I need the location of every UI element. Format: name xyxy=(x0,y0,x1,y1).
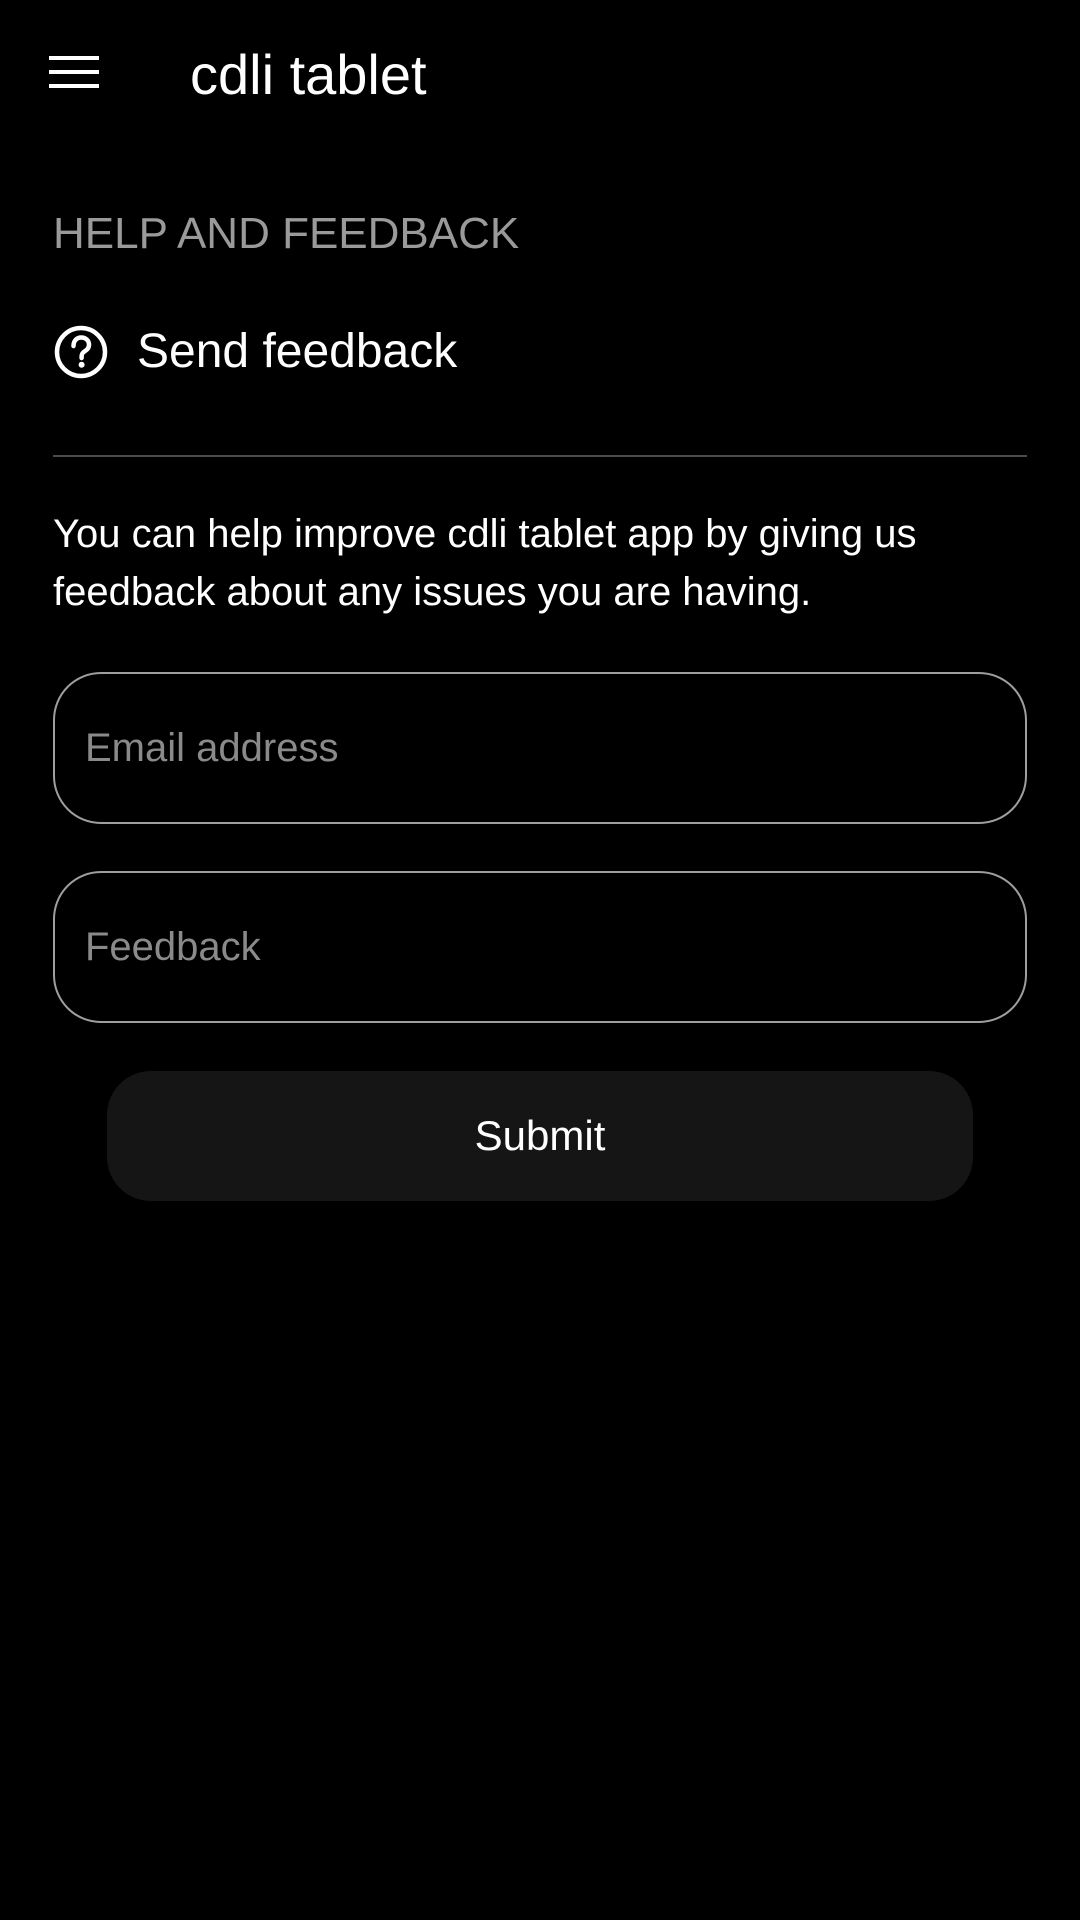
send-feedback-item[interactable]: Send feedback xyxy=(0,300,1080,410)
feedback-description: You can help improve cdli tablet app by … xyxy=(53,512,917,614)
feedback-input[interactable] xyxy=(85,873,985,1021)
email-input[interactable] xyxy=(85,674,985,822)
help-circle-icon xyxy=(53,324,109,380)
submit-button[interactable]: Submit xyxy=(107,1071,973,1201)
app-bar: cdli tablet xyxy=(0,0,1080,150)
section-header: HELP AND FEEDBACK xyxy=(53,209,520,258)
app-title: cdli tablet xyxy=(190,43,427,106)
divider xyxy=(53,455,1027,457)
send-feedback-label: Send feedback xyxy=(137,325,458,378)
email-field[interactable] xyxy=(53,672,1027,824)
feedback-field[interactable] xyxy=(53,871,1027,1023)
menu-button[interactable] xyxy=(42,42,106,106)
hamburger-menu-icon xyxy=(49,54,99,95)
